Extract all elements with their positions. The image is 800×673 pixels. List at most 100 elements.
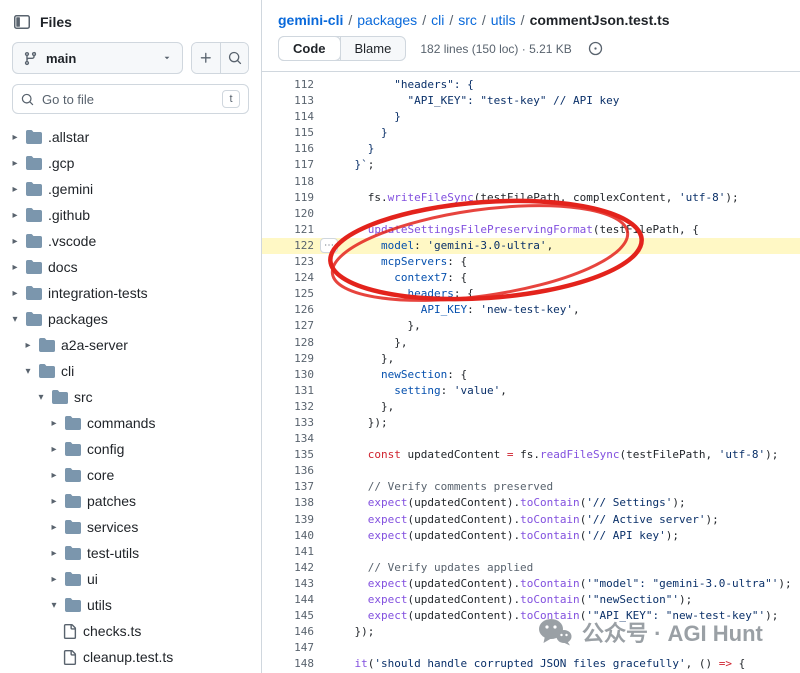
chevron-right-icon[interactable]: ▸: [49, 574, 59, 585]
tree-item-.github[interactable]: ▸.github: [0, 202, 261, 228]
chevron-right-icon[interactable]: ▸: [10, 210, 20, 221]
chevron-down-icon[interactable]: ▾: [23, 366, 33, 377]
line-number[interactable]: 137: [262, 479, 328, 495]
tree-item-patches[interactable]: ▸patches: [0, 488, 261, 514]
line-number[interactable]: 131: [262, 383, 328, 399]
line-number[interactable]: 116: [262, 141, 328, 157]
line-number[interactable]: 136: [262, 463, 328, 479]
line-number[interactable]: 120: [262, 206, 328, 222]
line-number[interactable]: 117: [262, 157, 328, 173]
breadcrumb-link-cli[interactable]: cli: [431, 12, 444, 28]
tree-item-.gcp[interactable]: ▸.gcp: [0, 150, 261, 176]
folder-icon: [26, 259, 42, 275]
line-number[interactable]: 140: [262, 528, 328, 544]
line-number[interactable]: 141: [262, 544, 328, 560]
tree-item-cleanup.test.ts[interactable]: cleanup.test.ts: [0, 644, 261, 670]
chevron-down-icon[interactable]: ▾: [36, 392, 46, 403]
line-number[interactable]: 138: [262, 495, 328, 511]
search-code-button[interactable]: [220, 43, 248, 73]
chevron-down-icon[interactable]: ▾: [10, 314, 20, 325]
tree-item-test-utils[interactable]: ▸test-utils: [0, 540, 261, 566]
line-number[interactable]: 142: [262, 560, 328, 576]
breadcrumb-link-utils[interactable]: utils: [491, 12, 516, 28]
chevron-right-icon[interactable]: ▸: [49, 548, 59, 559]
line-number[interactable]: 114: [262, 109, 328, 125]
tree-item-utils[interactable]: ▾utils: [0, 592, 261, 618]
line-number[interactable]: 139: [262, 512, 328, 528]
go-to-file-input[interactable]: Go to file t: [12, 84, 249, 114]
line-number[interactable]: 125: [262, 286, 328, 302]
chevron-right-icon[interactable]: ▸: [49, 522, 59, 533]
tree-item-config[interactable]: ▸config: [0, 436, 261, 462]
tree-item-services[interactable]: ▸services: [0, 514, 261, 540]
line-number[interactable]: 126: [262, 302, 328, 318]
line-number[interactable]: 133: [262, 415, 328, 431]
line-number[interactable]: 121: [262, 222, 328, 238]
tree-item-src[interactable]: ▾src: [0, 384, 261, 410]
tree-item-commands[interactable]: ▸commands: [0, 410, 261, 436]
chevron-right-icon[interactable]: ▸: [49, 470, 59, 481]
line-number[interactable]: 129: [262, 351, 328, 367]
tree-item-checks.ts[interactable]: checks.ts: [0, 618, 261, 644]
tree-item-label: cli: [61, 363, 74, 379]
line-number[interactable]: 147: [262, 640, 328, 656]
line-number[interactable]: 146: [262, 624, 328, 640]
line-number[interactable]: 118: [262, 174, 328, 190]
line-number[interactable]: 134: [262, 431, 328, 447]
symbols-button[interactable]: [582, 40, 609, 57]
chevron-right-icon[interactable]: ▸: [49, 444, 59, 455]
line-number[interactable]: 130: [262, 367, 328, 383]
chevron-right-icon[interactable]: ▸: [49, 496, 59, 507]
code-line-133: 133 });: [262, 415, 800, 431]
breadcrumb-link-src[interactable]: src: [458, 12, 477, 28]
line-number[interactable]: 145: [262, 608, 328, 624]
tree-item-cli[interactable]: ▾ cli: [0, 358, 261, 384]
chevron-right-icon[interactable]: ▸: [10, 184, 20, 195]
code-line-139: 139 expect(updatedContent).toContain('//…: [262, 512, 800, 528]
chevron-right-icon[interactable]: ▸: [10, 158, 20, 169]
breadcrumb-link-packages[interactable]: packages: [357, 12, 417, 28]
tab-blame[interactable]: Blame: [340, 37, 406, 60]
line-number[interactable]: 135: [262, 447, 328, 463]
tree-item-docs[interactable]: ▸docs: [0, 254, 261, 280]
chevron-right-icon[interactable]: ▸: [10, 288, 20, 299]
tree-item-integration-tests[interactable]: ▸integration-tests: [0, 280, 261, 306]
line-number[interactable]: 115: [262, 125, 328, 141]
line-menu-kebab-icon[interactable]: ⋯: [320, 238, 338, 253]
chevron-right-icon[interactable]: ▸: [10, 132, 20, 143]
tree-item-packages[interactable]: ▾packages: [0, 306, 261, 332]
chevron-right-icon[interactable]: ▸: [49, 418, 59, 429]
chevron-right-icon[interactable]: ▸: [23, 340, 33, 351]
chevron-right-icon[interactable]: ▸: [10, 262, 20, 273]
line-number[interactable]: 128: [262, 335, 328, 351]
tab-code[interactable]: Code: [278, 36, 341, 61]
line-number[interactable]: 112: [262, 77, 328, 93]
line-number[interactable]: 124: [262, 270, 328, 286]
tree-item-core[interactable]: ▸core: [0, 462, 261, 488]
breadcrumb-separator: /: [521, 12, 525, 28]
line-number[interactable]: 144: [262, 592, 328, 608]
breadcrumb-link-gemini-cli[interactable]: gemini-cli: [278, 12, 343, 28]
line-number[interactable]: 143: [262, 576, 328, 592]
tree-item-.vscode[interactable]: ▸.vscode: [0, 228, 261, 254]
breadcrumb: gemini-cli/packages/cli/src/utils/commen…: [262, 0, 800, 28]
tree-item-a2a-server[interactable]: ▸a2a-server: [0, 332, 261, 358]
tree-item-.allstar[interactable]: ▸.allstar: [0, 124, 261, 150]
tree-item-.gemini[interactable]: ▸.gemini: [0, 176, 261, 202]
chevron-right-icon[interactable]: ▸: [10, 236, 20, 247]
code-text: },: [328, 335, 800, 351]
line-number[interactable]: 123: [262, 254, 328, 270]
code-text: expect(updatedContent).toContain('// Act…: [328, 512, 800, 528]
chevron-down-icon[interactable]: ▾: [49, 600, 59, 611]
line-number[interactable]: 122: [262, 238, 328, 254]
line-number[interactable]: 113: [262, 93, 328, 109]
line-number[interactable]: 148: [262, 656, 328, 672]
line-number[interactable]: 132: [262, 399, 328, 415]
branch-selector[interactable]: main: [12, 42, 183, 74]
line-number[interactable]: 127: [262, 318, 328, 334]
collapse-sidebar-button[interactable]: [14, 14, 30, 30]
line-number[interactable]: 119: [262, 190, 328, 206]
tree-item-ui[interactable]: ▸ui: [0, 566, 261, 592]
add-file-button[interactable]: [192, 43, 220, 73]
code-line-122: 122⋯ model: 'gemini-3.0-ultra',: [262, 238, 800, 254]
